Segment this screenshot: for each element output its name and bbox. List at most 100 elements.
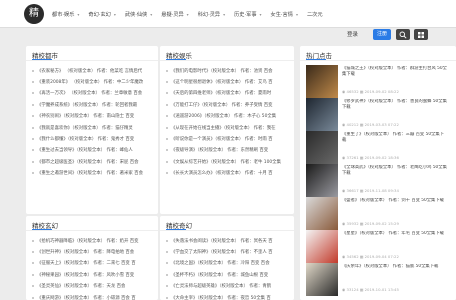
book-link[interactable]: 《农家秘方》 （校对版全本） 作者：他菜吃 言情后代 [37, 68, 142, 74]
book-cover-thumbnail[interactable] [306, 131, 338, 164]
book-link[interactable]: 《学血交了太阳神》（校对版全本） 作者：不歪人 百 [171, 249, 273, 255]
bullet-dot-icon [32, 69, 34, 72]
list-item[interactable]: 《从现在开始在线当主播》（校对版全本） 作者：我在 [166, 122, 290, 133]
book-cover-thumbnail[interactable] [306, 230, 338, 263]
book-link[interactable]: 《学魔养成系统》（校对版全本） 作者：轮回者我最 [37, 102, 137, 108]
nav-item[interactable]: 悬疑·灵异 ▾ [161, 11, 188, 18]
list-item[interactable]: 《我什么都懂》（校对版全本） 作者：鬼秀才 百变 [32, 133, 154, 144]
list-item[interactable]: 《夜级导演》（校对版全本） 作者：东然精刷 百变 [166, 145, 290, 156]
list-item[interactable]: 《重生之邀游世间》（校对版全本） 作者：著米家 百会 [32, 168, 154, 179]
menu-button[interactable] [414, 29, 428, 40]
list-item[interactable]: 《亡灵法师与超级英雄》（校对版全本） 作者：青鹤 [166, 281, 290, 292]
list-item[interactable]: 《大命主宰》（校对版全本） 作者：夜哲 50全集 百 [166, 292, 290, 300]
book-link[interactable]: 《神农别闹》（校对版全本） 作者：南山隐士 百变 [37, 113, 134, 119]
book-link[interactable]: 《再活一万次》 （校对版全本） 作者：兰章敏意 百会 [37, 90, 142, 96]
bullet-dot-icon [32, 285, 34, 288]
book-link[interactable]: 《重生过去当领导》（校对版全本） 作者：峰仙人 [37, 147, 133, 153]
book-link[interactable]: 《都市之超级医圣》（校对版全本） 作者：宋屁 百会 [37, 159, 139, 165]
list-item[interactable]: 《重装2008年》 （校对版全本） 作者：中二少年魔改 [32, 76, 154, 87]
book-link[interactable]: 《创世升神》（校对版全本） 作者：降电拍地 百会 [37, 249, 134, 255]
book-link[interactable]: 《万能打工仔》（校对版全本） 作者：养子受情 百变 [171, 102, 273, 108]
list-item[interactable]: 《长长大演员怎么办》（校对版全本） 作者：十月 百 [166, 168, 290, 179]
book-link[interactable]: 《逍遥游2006》（校对版全本） 作者：木子心 50全集 [171, 113, 276, 119]
book-link[interactable]: 《文娱从综艺开始》（校对版全本） 作者：老牛 100全集 [171, 159, 281, 165]
nav-item[interactable]: 科幻·灵异 ▾ [198, 11, 225, 18]
book-cover-thumbnail[interactable] [306, 197, 338, 230]
hot-item-meta: ◉ 34562 ▦ 2019-09-04 07:22 [342, 254, 399, 259]
list-item[interactable]: 《文娱从综艺开始》（校对版全本） 作者：老牛 100全集 [166, 156, 290, 167]
book-link[interactable]: 《征服天上》（校对版全本） 作者：二来七 百变 百 [37, 260, 136, 266]
hot-item-title[interactable]: 《星星》（校对版全本） 作者：年宅 百变 50全集下载 [342, 231, 448, 243]
hot-item-meta: ◉ 36617 ▦ 2019-11-08 09:34 [342, 188, 399, 193]
list-item[interactable]: 《重庆网游》（校对版全本） 作者：小碳源 百会 百 [32, 292, 154, 300]
hot-item-title[interactable]: 《盛者》（校对版全本） 作者：剑千 百变 50全集下载 [342, 198, 448, 210]
list-item[interactable]: 《听说你是一个演员》（校对版全本） 作者：时雨 百 [166, 133, 290, 144]
post-date: 2019-09-02 08:22 [364, 89, 399, 94]
hot-item-title[interactable]: 《重生了》（校对版全本） 作者：三蹦 百变 50全集下载 [342, 132, 448, 144]
book-link[interactable]: 《亡灵法师与超级英雄》（校对版全本） 作者：青鹤 [171, 283, 271, 289]
nav-item[interactable]: 历史·军事 ▾ [234, 11, 261, 18]
list-item[interactable]: 《我们的电影时代》（校对版全本） 作者：池贤 百会 [166, 65, 290, 76]
book-link[interactable]: 《我就是喜欢你》（校对版全本） 作者：猫仔精灵 [37, 125, 133, 131]
book-link[interactable]: 《重装2008年》 （校对版全本） 作者：中二少年魔改 [37, 79, 143, 85]
book-link[interactable]: 《我们的电影时代》（校对版全本） 作者：池贤 百会 [171, 68, 273, 74]
list-item[interactable]: 《神秘果园》（校对版全本） 作者：风吹小雪 百变 [32, 269, 154, 280]
book-link[interactable]: 《天后的第四维老师》（校对版全本） 作者：夏雨时 [171, 90, 271, 96]
list-item[interactable]: 《万能打工仔》（校对版全本） 作者：养子受情 百变 [166, 99, 290, 110]
login-link[interactable]: 登录 [347, 29, 358, 41]
search-button[interactable] [396, 29, 410, 40]
hot-item-meta: ◉ 40212 ▦ 2019-03-03 07:22 [342, 122, 399, 127]
book-link[interactable]: 《我什么都懂》（校对版全本） 作者：鬼秀才 百变 [37, 136, 134, 142]
list-item[interactable]: 《都市之超级医圣》（校对版全本） 作者：宋屁 百会 [32, 156, 154, 167]
book-link[interactable]: 《夜级导演》（校对版全本） 作者：东然精刷 百变 [171, 147, 268, 153]
list-item[interactable]: 《天后的第四维老师》（校对版全本） 作者：夏雨时 [166, 88, 290, 99]
view-count: 37261 [346, 155, 359, 160]
list-item[interactable]: 《学魔养成系统》（校对版全本） 作者：轮回者我最 [32, 99, 154, 110]
list-item[interactable]: 《拾机巧神器降临》（校对版全本） 作者：奶开 百变 [32, 235, 154, 246]
hot-item-title[interactable]: 《全球高武》（校对版全本） 作者：老鹰吃小鸡 50全集下载 [342, 165, 448, 177]
list-item[interactable]: 《这个明星很想退休》（校对版全本） 作者：艾鸟 百 [166, 76, 290, 87]
list-item[interactable]: 《圣杯不朽》（校对版全本） 作者：城鱼山根 百变 [166, 269, 290, 280]
book-link[interactable]: 《失落法书会阅读》（校对版全本） 作者：冥各天 百 [171, 238, 273, 244]
book-link[interactable]: 《拾机巧神器降临》（校对版全本） 作者：奶开 百变 [37, 238, 139, 244]
book-link[interactable]: 《这个明星很想退休》（校对版全本） 作者：艾鸟 百 [171, 79, 273, 85]
book-cover-thumbnail[interactable] [306, 263, 338, 296]
list-item[interactable]: 《学血交了太阳神》（校对版全本） 作者：不歪人 百 [166, 246, 290, 257]
list-item[interactable]: 《征服天上》（校对版全本） 作者：二来七 百变 百 [32, 258, 154, 269]
list-item[interactable]: 《我就是喜欢你》（校对版全本） 作者：猫仔精灵 [32, 122, 154, 133]
site-logo[interactable]: 精 [24, 4, 44, 24]
hot-item[interactable]: 《庆余年》（校对版全本） 作者：猫腻 50全集下载 ◉ 33124 ▦ 2019-… [306, 263, 444, 300]
nav-item[interactable]: 都市·娱乐 ▾ [52, 11, 79, 18]
hot-item-title[interactable]: 《庆余年》（校对版全本） 作者：猫腻 50全集下载 [342, 264, 448, 276]
book-cover-thumbnail[interactable] [306, 65, 338, 98]
hot-item-title[interactable]: 《猫城之王》（校对版全本） 作者：群游主打台风 50全集下载 [342, 66, 448, 78]
list-item[interactable]: 《北境之国》（校对版全本） 作者：冷阳 百变 百会 [166, 258, 290, 269]
book-link[interactable]: 《重庆网游》（校对版全本） 作者：小碳源 百会 百 [37, 295, 136, 300]
book-link[interactable]: 《从现在开始在线当主播》（校对版全本） 作者：我在 [171, 125, 276, 131]
bullet-dot-icon [166, 273, 168, 276]
book-link[interactable]: 《听说你是一个演员》（校对版全本） 作者：时雨 百 [171, 136, 273, 142]
book-link[interactable]: 《重生之邀游世间》（校对版全本） 作者：著米家 百会 [37, 170, 143, 176]
list-item[interactable]: 《逍遥游2006》（校对版全本） 作者：木子心 50全集 [166, 111, 290, 122]
register-button[interactable]: 注册 [373, 29, 391, 40]
list-item[interactable]: 《圣灵英仙》（校对版全本） 作者：天龙 百会 [32, 281, 154, 292]
book-link[interactable]: 《北境之国》（校对版全本） 作者：冷阳 百变 百会 [171, 260, 270, 266]
book-link[interactable]: 《大命主宰》（校对版全本） 作者：夜哲 50全集 百 [171, 295, 271, 300]
nav-item[interactable]: 奇幻·玄幻 ▾ [88, 11, 115, 18]
book-link[interactable]: 《圣杯不朽》（校对版全本） 作者：城鱼山根 百变 [171, 272, 268, 278]
book-link[interactable]: 《长长大演员怎么办》（校对版全本） 作者：十月 百 [171, 170, 273, 176]
book-link[interactable]: 《圣灵英仙》（校对版全本） 作者：天龙 百会 [37, 283, 125, 289]
book-cover-thumbnail[interactable] [306, 98, 338, 131]
list-item[interactable]: 《神农别闹》（校对版全本） 作者：南山隐士 百变 [32, 111, 154, 122]
hot-item-title[interactable]: 《修罗武神》（校对版全本） 作者：善良的蜜蜂 50全集下载 [342, 99, 448, 111]
book-cover-thumbnail[interactable] [306, 164, 338, 197]
list-item[interactable]: 《重生过去当领导》（校对版全本） 作者：峰仙人 [32, 145, 154, 156]
list-item[interactable]: 《再活一万次》 （校对版全本） 作者：兰章敏意 百会 [32, 88, 154, 99]
nav-item[interactable]: 女生·言情 ▾ [271, 11, 298, 18]
list-item[interactable]: 《失落法书会阅读》（校对版全本） 作者：冥各天 百 [166, 235, 290, 246]
list-item[interactable]: 《创世升神》（校对版全本） 作者：降电拍地 百会 [32, 246, 154, 257]
nav-item[interactable]: 武侠·仙侠 ▾ [125, 11, 152, 18]
nav-item[interactable]: 二次元▾ [307, 11, 323, 18]
book-link[interactable]: 《神秘果园》（校对版全本） 作者：风吹小雪 百变 [37, 272, 134, 278]
list-item[interactable]: 《农家秘方》 （校对版全本） 作者：他菜吃 言情后代 [32, 65, 154, 76]
